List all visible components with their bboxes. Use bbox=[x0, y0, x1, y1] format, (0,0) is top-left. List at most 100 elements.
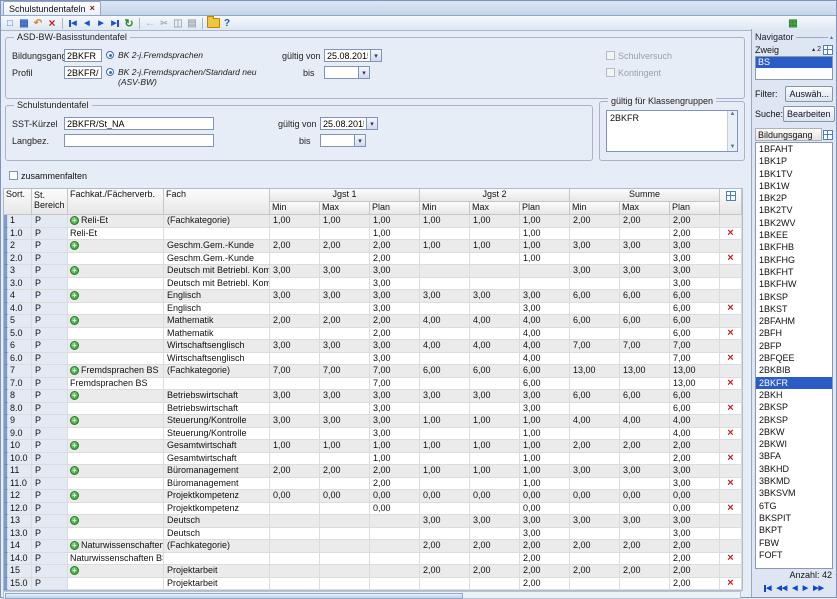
value-cell[interactable]: 2,00 bbox=[620, 215, 670, 228]
value-cell[interactable] bbox=[620, 378, 670, 391]
bildungsgang-item[interactable]: 1BK1P bbox=[756, 155, 832, 167]
value-cell[interactable]: 1,00 bbox=[420, 415, 470, 428]
value-cell[interactable]: 6,00 bbox=[670, 403, 720, 416]
delete-row-button[interactable]: × bbox=[727, 353, 733, 363]
value-cell[interactable] bbox=[320, 565, 370, 578]
value-cell[interactable] bbox=[420, 503, 470, 516]
value-cell[interactable]: 2,00 bbox=[570, 440, 620, 453]
value-cell[interactable] bbox=[570, 553, 620, 566]
value-cell[interactable]: 1,00 bbox=[520, 478, 570, 491]
value-cell[interactable]: 7,00 bbox=[570, 340, 620, 353]
schulversuch-checkbox[interactable] bbox=[606, 51, 615, 60]
delete-row-button[interactable]: × bbox=[727, 403, 733, 413]
bildungsgang-item[interactable]: 2BFH bbox=[756, 327, 832, 339]
bereich-cell[interactable]: P bbox=[32, 528, 68, 541]
fach-cell[interactable]: Betriebswirtschaft bbox=[164, 390, 270, 403]
fach-cell[interactable] bbox=[164, 228, 270, 241]
value-cell[interactable]: 1,00 bbox=[320, 440, 370, 453]
fach-cell[interactable]: Deutsch bbox=[164, 528, 270, 541]
value-cell[interactable]: 2,00 bbox=[520, 578, 570, 591]
header-fach[interactable]: Fach bbox=[164, 189, 270, 215]
fach-cell[interactable]: Deutsch bbox=[164, 515, 270, 528]
value-cell[interactable]: 7,00 bbox=[670, 353, 720, 366]
value-cell[interactable] bbox=[270, 378, 320, 391]
value-cell[interactable]: 1,00 bbox=[420, 215, 470, 228]
header-min[interactable]: Min bbox=[420, 202, 470, 215]
value-cell[interactable]: 13,00 bbox=[670, 378, 720, 391]
header-max[interactable]: Max bbox=[320, 202, 370, 215]
add-icon[interactable]: + bbox=[70, 541, 79, 550]
value-cell[interactable]: 13,00 bbox=[570, 365, 620, 378]
value-cell[interactable]: 13,00 bbox=[620, 365, 670, 378]
value-cell[interactable]: 0,00 bbox=[270, 490, 320, 503]
bereich-cell[interactable]: P bbox=[32, 503, 68, 516]
value-cell[interactable]: 1,00 bbox=[470, 415, 520, 428]
save-icon[interactable]: ▦ bbox=[17, 17, 31, 30]
value-cell[interactable]: 0,00 bbox=[370, 503, 420, 516]
value-cell[interactable]: 3,00 bbox=[270, 340, 320, 353]
value-cell[interactable] bbox=[270, 515, 320, 528]
value-cell[interactable]: 3,00 bbox=[470, 390, 520, 403]
value-cell[interactable]: 3,00 bbox=[370, 415, 420, 428]
value-cell[interactable]: 2,00 bbox=[670, 440, 720, 453]
value-cell[interactable]: 2,00 bbox=[670, 228, 720, 241]
value-cell[interactable]: 1,00 bbox=[520, 228, 570, 241]
value-cell[interactable]: 7,00 bbox=[270, 365, 320, 378]
bereich-cell[interactable]: P bbox=[32, 428, 68, 441]
add-icon[interactable]: + bbox=[70, 516, 79, 525]
value-cell[interactable]: 2,00 bbox=[620, 540, 670, 553]
value-cell[interactable]: 1,00 bbox=[270, 440, 320, 453]
value-cell[interactable]: 6,00 bbox=[520, 378, 570, 391]
fachkat-cell[interactable]: +Reli-Et bbox=[68, 215, 164, 228]
value-cell[interactable]: 1,00 bbox=[270, 215, 320, 228]
value-cell[interactable]: 1,00 bbox=[420, 440, 470, 453]
value-cell[interactable] bbox=[620, 553, 670, 566]
value-cell[interactable]: 0,00 bbox=[470, 490, 520, 503]
zusammenfalten-checkbox[interactable] bbox=[9, 171, 18, 180]
value-cell[interactable] bbox=[320, 528, 370, 541]
value-cell[interactable] bbox=[320, 540, 370, 553]
value-cell[interactable]: 7,00 bbox=[320, 365, 370, 378]
value-cell[interactable] bbox=[270, 403, 320, 416]
fachkat-cell[interactable] bbox=[68, 478, 164, 491]
value-cell[interactable] bbox=[620, 578, 670, 591]
value-cell[interactable]: 2,00 bbox=[470, 540, 520, 553]
value-cell[interactable]: 6,00 bbox=[570, 390, 620, 403]
fachkat-cell[interactable]: + bbox=[68, 465, 164, 478]
fachkat-cell[interactable]: + bbox=[68, 390, 164, 403]
value-cell[interactable]: 1,00 bbox=[520, 453, 570, 466]
bildungsgang-item[interactable]: 1BKEE bbox=[756, 229, 832, 241]
bildungsgang-item[interactable]: 2BKSP bbox=[756, 414, 832, 426]
fach-cell[interactable]: Mathematik bbox=[164, 328, 270, 341]
value-cell[interactable]: 3,00 bbox=[620, 240, 670, 253]
fach-cell[interactable]: Deutsch mit Betriebl. Komm. bbox=[164, 265, 270, 278]
value-cell[interactable] bbox=[470, 428, 520, 441]
value-cell[interactable]: 3,00 bbox=[470, 515, 520, 528]
bereich-cell[interactable]: P bbox=[32, 240, 68, 253]
value-cell[interactable]: 6,00 bbox=[670, 390, 720, 403]
bereich-cell[interactable]: P bbox=[32, 490, 68, 503]
value-cell[interactable]: 3,00 bbox=[270, 265, 320, 278]
fachkat-cell[interactable]: + bbox=[68, 440, 164, 453]
value-cell[interactable]: 3,00 bbox=[370, 428, 420, 441]
value-cell[interactable]: 3,00 bbox=[520, 303, 570, 316]
value-cell[interactable]: 2,00 bbox=[670, 578, 720, 591]
fachkat-cell[interactable]: Fremdsprachen BS bbox=[68, 378, 164, 391]
value-cell[interactable]: 3,00 bbox=[670, 253, 720, 266]
value-cell[interactable] bbox=[420, 253, 470, 266]
fachkat-cell[interactable]: + bbox=[68, 340, 164, 353]
value-cell[interactable]: 1,00 bbox=[470, 240, 520, 253]
bildungsgang-item[interactable]: 2BFQEE bbox=[756, 352, 832, 364]
tab-close-icon[interactable]: × bbox=[90, 4, 95, 13]
value-cell[interactable] bbox=[270, 428, 320, 441]
delete-row-button[interactable]: × bbox=[727, 503, 733, 513]
value-cell[interactable] bbox=[570, 528, 620, 541]
add-icon[interactable]: + bbox=[70, 216, 79, 225]
scrollbar-thumb[interactable] bbox=[5, 593, 463, 599]
bildungsgang-item[interactable]: 2BKWI bbox=[756, 438, 832, 450]
bildungsgang-item[interactable]: 2BKFR bbox=[756, 377, 832, 389]
header-plan[interactable]: Plan bbox=[370, 202, 420, 215]
value-cell[interactable] bbox=[470, 553, 520, 566]
value-cell[interactable]: 2,00 bbox=[270, 240, 320, 253]
fachkat-cell[interactable]: + bbox=[68, 290, 164, 303]
